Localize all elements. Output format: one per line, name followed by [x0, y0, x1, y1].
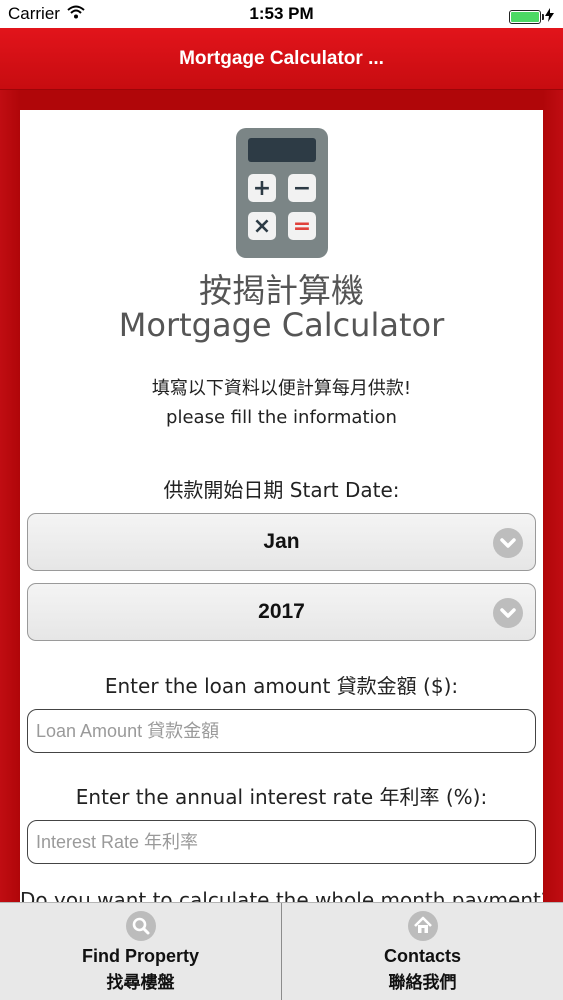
status-time: 1:53 PM: [249, 4, 314, 23]
minus-key-icon: −: [288, 174, 316, 202]
month-select-value: Jan: [263, 530, 300, 553]
year-select[interactable]: 2017: [27, 583, 536, 641]
start-date-label: 供款開始日期 Start Date:: [163, 478, 400, 502]
calculator-screen: [248, 138, 316, 162]
tab-label-chinese: 聯絡我們: [388, 973, 457, 993]
home-icon: [407, 911, 438, 941]
calculator-card[interactable]: + − × = 按揭計算機 Mortgage Calculator 填寫以下資料…: [20, 110, 543, 902]
chevron-down-icon: [493, 598, 523, 628]
interest-rate-label: Enter the annual interest rate 年利率 (%):: [75, 785, 488, 809]
tab-find-property[interactable]: Find Property 找尋樓盤: [0, 903, 281, 1000]
tab-label-english: Contacts: [383, 946, 461, 966]
title-english: Mortgage Calculator: [118, 306, 445, 344]
month-select[interactable]: Jan: [27, 513, 536, 571]
bottom-tab-bar: Find Property 找尋樓盤 Contacts 聯絡我們: [0, 902, 563, 1000]
interest-rate-input[interactable]: [27, 820, 536, 864]
status-right: [509, 7, 554, 27]
title-chinese: 按揭計算機: [199, 271, 364, 310]
chevron-down-icon: [493, 528, 523, 558]
charging-icon: [545, 7, 554, 27]
equals-key-icon: =: [288, 212, 316, 240]
loan-amount-input[interactable]: [27, 709, 536, 753]
intro-text-english: please fill the information: [166, 407, 397, 428]
nav-bar: Mortgage Calculator ...: [0, 28, 563, 90]
next-question-label: Do you want to calculate the whole month…: [20, 888, 543, 902]
intro-text-chinese: 填寫以下資料以便計算每月供款!: [151, 378, 412, 399]
search-icon: [125, 911, 156, 941]
tab-contacts[interactable]: Contacts 聯絡我們: [281, 903, 563, 1000]
plus-key-icon: +: [248, 174, 276, 202]
year-select-value: 2017: [258, 600, 305, 623]
calculator-icon: + − × =: [236, 128, 328, 258]
tab-label-english: Find Property: [81, 946, 199, 966]
battery-level: [511, 12, 539, 22]
loan-amount-label: Enter the loan amount 貸款金額 ($):: [104, 674, 459, 698]
status-bar: Carrier 1:53 PM: [0, 0, 563, 28]
nav-title: Mortgage Calculator ...: [179, 48, 384, 69]
tab-label-chinese: 找尋樓盤: [106, 973, 175, 993]
times-key-icon: ×: [248, 212, 276, 240]
battery-icon: [509, 10, 544, 24]
